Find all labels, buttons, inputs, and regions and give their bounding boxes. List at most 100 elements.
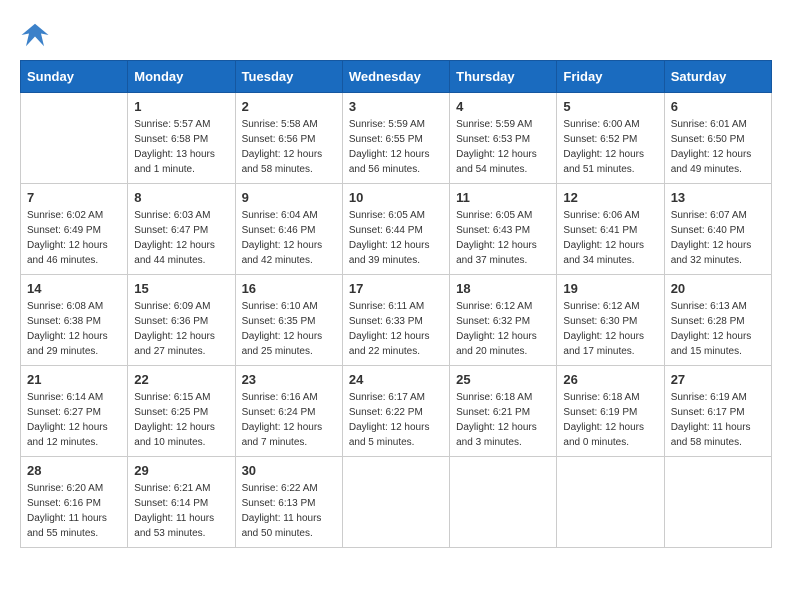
weekday-header-sunday: Sunday [21, 61, 128, 93]
calendar-cell [664, 457, 771, 548]
calendar-cell: 17 Sunrise: 6:11 AMSunset: 6:33 PMDayligh… [342, 275, 449, 366]
day-number: 11 [456, 190, 550, 205]
calendar-cell [450, 457, 557, 548]
calendar-cell: 13 Sunrise: 6:07 AMSunset: 6:40 PMDayligh… [664, 184, 771, 275]
day-number: 18 [456, 281, 550, 296]
day-info: Sunrise: 6:01 AMSunset: 6:50 PMDaylight:… [671, 117, 765, 177]
calendar-week-row: 7 Sunrise: 6:02 AMSunset: 6:49 PMDaylight… [21, 184, 772, 275]
day-info: Sunrise: 6:08 AMSunset: 6:38 PMDaylight:… [27, 299, 121, 359]
weekday-header-thursday: Thursday [450, 61, 557, 93]
calendar: SundayMondayTuesdayWednesdayThursdayFrid… [20, 60, 772, 548]
calendar-cell [21, 93, 128, 184]
calendar-cell: 7 Sunrise: 6:02 AMSunset: 6:49 PMDaylight… [21, 184, 128, 275]
calendar-cell: 27 Sunrise: 6:19 AMSunset: 6:17 PMDayligh… [664, 366, 771, 457]
day-number: 8 [134, 190, 228, 205]
calendar-cell: 25 Sunrise: 6:18 AMSunset: 6:21 PMDayligh… [450, 366, 557, 457]
day-info: Sunrise: 6:18 AMSunset: 6:19 PMDaylight:… [563, 390, 657, 450]
day-number: 14 [27, 281, 121, 296]
day-info: Sunrise: 5:58 AMSunset: 6:56 PMDaylight:… [242, 117, 336, 177]
day-number: 20 [671, 281, 765, 296]
calendar-cell: 19 Sunrise: 6:12 AMSunset: 6:30 PMDayligh… [557, 275, 664, 366]
day-number: 25 [456, 372, 550, 387]
day-info: Sunrise: 6:00 AMSunset: 6:52 PMDaylight:… [563, 117, 657, 177]
day-number: 13 [671, 190, 765, 205]
calendar-cell: 14 Sunrise: 6:08 AMSunset: 6:38 PMDayligh… [21, 275, 128, 366]
day-info: Sunrise: 6:07 AMSunset: 6:40 PMDaylight:… [671, 208, 765, 268]
calendar-cell: 6 Sunrise: 6:01 AMSunset: 6:50 PMDaylight… [664, 93, 771, 184]
day-number: 10 [349, 190, 443, 205]
day-number: 30 [242, 463, 336, 478]
calendar-week-row: 14 Sunrise: 6:08 AMSunset: 6:38 PMDayligh… [21, 275, 772, 366]
weekday-header-saturday: Saturday [664, 61, 771, 93]
calendar-cell: 16 Sunrise: 6:10 AMSunset: 6:35 PMDayligh… [235, 275, 342, 366]
day-info: Sunrise: 5:59 AMSunset: 6:53 PMDaylight:… [456, 117, 550, 177]
day-info: Sunrise: 6:13 AMSunset: 6:28 PMDaylight:… [671, 299, 765, 359]
calendar-cell: 1 Sunrise: 5:57 AMSunset: 6:58 PMDaylight… [128, 93, 235, 184]
day-number: 24 [349, 372, 443, 387]
day-number: 21 [27, 372, 121, 387]
day-number: 5 [563, 99, 657, 114]
logo [20, 20, 54, 50]
day-info: Sunrise: 6:14 AMSunset: 6:27 PMDaylight:… [27, 390, 121, 450]
calendar-cell [342, 457, 449, 548]
calendar-cell: 12Sunrise: 6:06 AMSunset: 6:41 PMDayligh… [557, 184, 664, 275]
day-info: Sunrise: 6:18 AMSunset: 6:21 PMDaylight:… [456, 390, 550, 450]
day-number: 16 [242, 281, 336, 296]
calendar-cell: 20 Sunrise: 6:13 AMSunset: 6:28 PMDayligh… [664, 275, 771, 366]
day-number: 23 [242, 372, 336, 387]
day-info: Sunrise: 6:05 AMSunset: 6:43 PMDaylight:… [456, 208, 550, 268]
day-number: 28 [27, 463, 121, 478]
header [20, 20, 772, 50]
calendar-cell: 22 Sunrise: 6:15 AMSunset: 6:25 PMDayligh… [128, 366, 235, 457]
day-info: Sunrise: 6:20 AMSunset: 6:16 PMDaylight:… [27, 481, 121, 541]
weekday-header-monday: Monday [128, 61, 235, 93]
calendar-cell: 9 Sunrise: 6:04 AMSunset: 6:46 PMDaylight… [235, 184, 342, 275]
calendar-cell: 30 Sunrise: 6:22 AMSunset: 6:13 PMDayligh… [235, 457, 342, 548]
day-info: Sunrise: 6:17 AMSunset: 6:22 PMDaylight:… [349, 390, 443, 450]
day-number: 29 [134, 463, 228, 478]
day-info: Sunrise: 6:15 AMSunset: 6:25 PMDaylight:… [134, 390, 228, 450]
day-number: 27 [671, 372, 765, 387]
day-number: 17 [349, 281, 443, 296]
weekday-header-wednesday: Wednesday [342, 61, 449, 93]
day-number: 15 [134, 281, 228, 296]
day-number: 7 [27, 190, 121, 205]
day-info: Sunrise: 6:19 AMSunset: 6:17 PMDaylight:… [671, 390, 765, 450]
calendar-cell: 21 Sunrise: 6:14 AMSunset: 6:27 PMDayligh… [21, 366, 128, 457]
calendar-cell: 4Sunrise: 5:59 AMSunset: 6:53 PMDaylight… [450, 93, 557, 184]
calendar-cell: 15 Sunrise: 6:09 AMSunset: 6:36 PMDayligh… [128, 275, 235, 366]
day-number: 19 [563, 281, 657, 296]
day-info: Sunrise: 6:06 AMSunset: 6:41 PMDaylight:… [563, 208, 657, 268]
day-number: 6 [671, 99, 765, 114]
calendar-cell: 29 Sunrise: 6:21 AMSunset: 6:14 PMDayligh… [128, 457, 235, 548]
calendar-week-row: 28 Sunrise: 6:20 AMSunset: 6:16 PMDayligh… [21, 457, 772, 548]
weekday-header-tuesday: Tuesday [235, 61, 342, 93]
day-info: Sunrise: 6:05 AMSunset: 6:44 PMDaylight:… [349, 208, 443, 268]
day-number: 9 [242, 190, 336, 205]
calendar-cell: 23 Sunrise: 6:16 AMSunset: 6:24 PMDayligh… [235, 366, 342, 457]
calendar-cell [557, 457, 664, 548]
day-number: 1 [134, 99, 228, 114]
day-number: 22 [134, 372, 228, 387]
day-info: Sunrise: 6:21 AMSunset: 6:14 PMDaylight:… [134, 481, 228, 541]
day-info: Sunrise: 6:12 AMSunset: 6:30 PMDaylight:… [563, 299, 657, 359]
calendar-cell: 28 Sunrise: 6:20 AMSunset: 6:16 PMDayligh… [21, 457, 128, 548]
day-info: Sunrise: 6:04 AMSunset: 6:46 PMDaylight:… [242, 208, 336, 268]
day-info: Sunrise: 6:16 AMSunset: 6:24 PMDaylight:… [242, 390, 336, 450]
day-info: Sunrise: 6:10 AMSunset: 6:35 PMDaylight:… [242, 299, 336, 359]
day-info: Sunrise: 6:11 AMSunset: 6:33 PMDaylight:… [349, 299, 443, 359]
calendar-cell: 5 Sunrise: 6:00 AMSunset: 6:52 PMDaylight… [557, 93, 664, 184]
weekday-header-row: SundayMondayTuesdayWednesdayThursdayFrid… [21, 61, 772, 93]
day-info: Sunrise: 5:59 AMSunset: 6:55 PMDaylight:… [349, 117, 443, 177]
calendar-cell: 3Sunrise: 5:59 AMSunset: 6:55 PMDaylight… [342, 93, 449, 184]
calendar-cell: 24 Sunrise: 6:17 AMSunset: 6:22 PMDayligh… [342, 366, 449, 457]
calendar-cell: 26 Sunrise: 6:18 AMSunset: 6:19 PMDayligh… [557, 366, 664, 457]
calendar-cell: 11 Sunrise: 6:05 AMSunset: 6:43 PMDayligh… [450, 184, 557, 275]
calendar-week-row: 21 Sunrise: 6:14 AMSunset: 6:27 PMDayligh… [21, 366, 772, 457]
day-info: Sunrise: 6:09 AMSunset: 6:36 PMDaylight:… [134, 299, 228, 359]
day-info: Sunrise: 5:57 AMSunset: 6:58 PMDaylight:… [134, 117, 228, 177]
day-info: Sunrise: 6:02 AMSunset: 6:49 PMDaylight:… [27, 208, 121, 268]
day-info: Sunrise: 6:22 AMSunset: 6:13 PMDaylight:… [242, 481, 336, 541]
day-info: Sunrise: 6:12 AMSunset: 6:32 PMDaylight:… [456, 299, 550, 359]
day-number: 26 [563, 372, 657, 387]
